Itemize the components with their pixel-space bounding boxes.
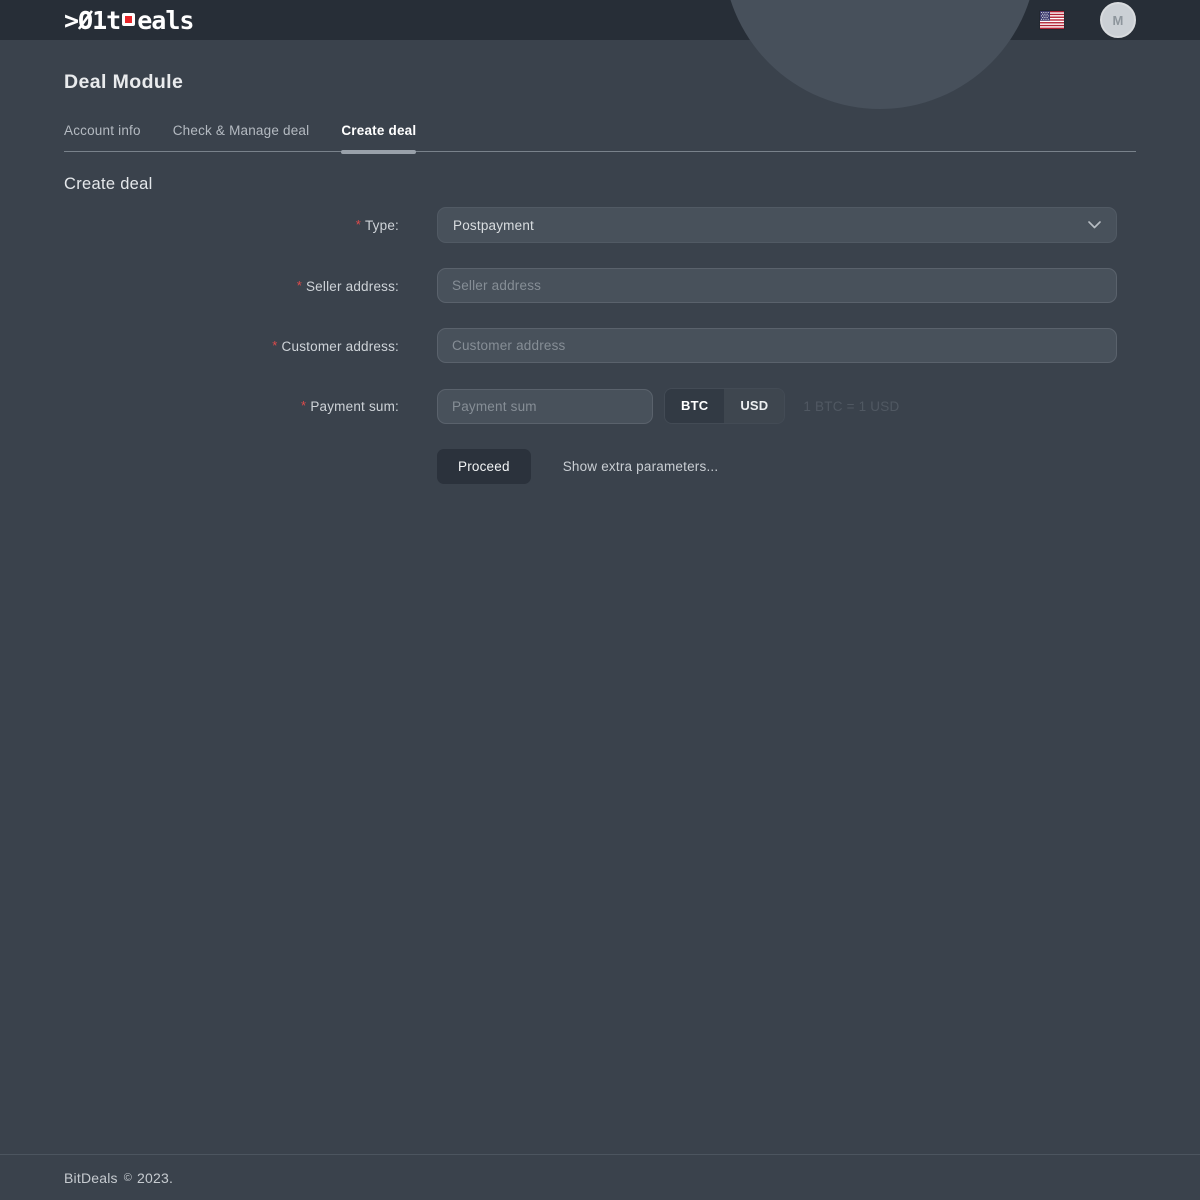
payment-sum-row: *Payment sum: BTC USD 1 BTC = 1 USD: [64, 388, 1136, 424]
chevron-down-icon: [1088, 221, 1101, 229]
tab-bar: Account info Check & Manage deal Create …: [64, 123, 1136, 152]
payment-sum-label: *Payment sum:: [64, 398, 399, 414]
type-row: *Type: Postpayment: [64, 207, 1136, 243]
user-avatar[interactable]: M: [1100, 2, 1136, 38]
brand-logo[interactable]: >Ø1t eals: [64, 8, 193, 33]
language-flag-icon[interactable]: [1040, 11, 1064, 29]
seller-address-row: *Seller address:: [64, 268, 1136, 303]
page-title: Deal Module: [64, 71, 1136, 94]
required-marker: *: [301, 398, 306, 413]
main-content: Deal Module Account info Check & Manage …: [0, 71, 1200, 484]
logo-text-prefix: >Ø1t: [64, 8, 120, 33]
tab-check-manage-deal[interactable]: Check & Manage deal: [173, 123, 310, 151]
currency-toggle: BTC USD: [664, 388, 785, 424]
exchange-rate-text: 1 BTC = 1 USD: [803, 399, 899, 414]
type-select-value: Postpayment: [453, 218, 534, 233]
customer-address-input[interactable]: [437, 328, 1117, 363]
payment-sum-input[interactable]: [437, 389, 653, 424]
create-deal-form: *Type: Postpayment *Seller address: *Cus…: [64, 207, 1136, 484]
avatar-initial: M: [1112, 13, 1123, 28]
logo-text-suffix: eals: [137, 8, 193, 33]
footer-brand: BitDeals: [64, 1170, 118, 1186]
currency-btc-button[interactable]: BTC: [665, 389, 724, 423]
actions-row: Proceed Show extra parameters...: [64, 449, 1136, 484]
lightbulb-icon[interactable]: [989, 9, 1010, 32]
show-extra-parameters-link[interactable]: Show extra parameters...: [563, 459, 719, 474]
section-title: Create deal: [64, 175, 1136, 194]
footer: BitDeals © 2023.: [0, 1154, 1200, 1200]
type-label: *Type:: [64, 217, 399, 233]
logo-square-icon: [122, 13, 135, 26]
customer-address-label: *Customer address:: [64, 338, 399, 354]
currency-usd-button[interactable]: USD: [724, 389, 784, 423]
tab-account-info[interactable]: Account info: [64, 123, 141, 151]
footer-year: 2023.: [137, 1170, 173, 1186]
type-select[interactable]: Postpayment: [437, 207, 1117, 243]
required-marker: *: [356, 217, 361, 232]
header: >Ø1t eals: [0, 0, 1200, 40]
tab-create-deal[interactable]: Create deal: [341, 123, 416, 151]
required-marker: *: [297, 278, 302, 293]
required-marker: *: [272, 338, 277, 353]
proceed-button[interactable]: Proceed: [437, 449, 531, 484]
seller-address-input[interactable]: [437, 268, 1117, 303]
customer-address-row: *Customer address:: [64, 328, 1136, 363]
active-tab-indicator: [341, 150, 416, 154]
seller-address-label: *Seller address:: [64, 278, 399, 294]
copyright-symbol: ©: [124, 1172, 132, 1184]
